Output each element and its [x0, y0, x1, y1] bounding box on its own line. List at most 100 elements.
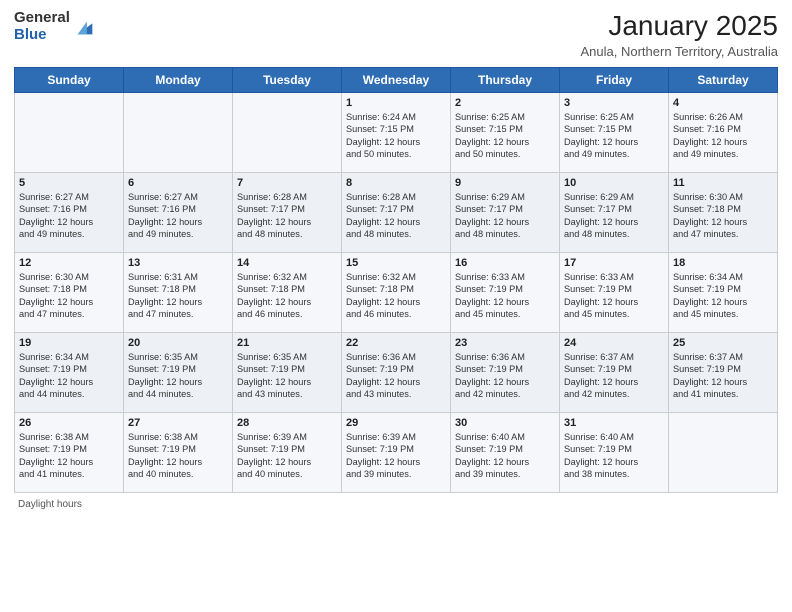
day-info: Sunrise: 6:40 AMSunset: 7:19 PMDaylight:… — [455, 431, 555, 481]
day-info: Sunrise: 6:33 AMSunset: 7:19 PMDaylight:… — [455, 271, 555, 321]
calendar-cell — [15, 93, 124, 173]
weekday-header-wednesday: Wednesday — [342, 68, 451, 93]
calendar-cell: 28Sunrise: 6:39 AMSunset: 7:19 PMDayligh… — [233, 413, 342, 493]
day-info: Sunrise: 6:32 AMSunset: 7:18 PMDaylight:… — [237, 271, 337, 321]
calendar-week-row: 19Sunrise: 6:34 AMSunset: 7:19 PMDayligh… — [15, 333, 778, 413]
day-info: Sunrise: 6:38 AMSunset: 7:19 PMDaylight:… — [19, 431, 119, 481]
day-number: 18 — [673, 257, 773, 269]
calendar-cell — [233, 93, 342, 173]
weekday-header-row: SundayMondayTuesdayWednesdayThursdayFrid… — [15, 68, 778, 93]
calendar-cell: 13 Sunrise: 6:31 AMSunset: 7:18 PMDayligh… — [124, 253, 233, 333]
day-number: 16 — [455, 257, 555, 269]
header: General Blue January 2025 Anula, Norther… — [14, 10, 778, 59]
calendar-cell: 10 Sunrise: 6:29 AMSunset: 7:17 PMDayligh… — [560, 173, 669, 253]
day-number: 3 — [564, 97, 664, 109]
calendar-cell: 20 Sunrise: 6:35 AMSunset: 7:19 PMDayligh… — [124, 333, 233, 413]
day-info: Sunrise: 6:35 AMSunset: 7:19 PMDaylight:… — [128, 351, 228, 401]
calendar-cell: 31Sunrise: 6:40 AMSunset: 7:19 PMDayligh… — [560, 413, 669, 493]
day-number: 23 — [455, 337, 555, 349]
weekday-header-friday: Friday — [560, 68, 669, 93]
day-info: Sunrise: 6:39 AMSunset: 7:19 PMDaylight:… — [346, 431, 446, 481]
calendar-cell: 3 Sunrise: 6:25 AMSunset: 7:15 PMDaylight… — [560, 93, 669, 173]
calendar-cell: 24 Sunrise: 6:37 AMSunset: 7:19 PMDayligh… — [560, 333, 669, 413]
calendar-cell: 7Sunrise: 6:28 AMSunset: 7:17 PMDaylight… — [233, 173, 342, 253]
calendar-cell: 1 Sunrise: 6:24 AMSunset: 7:15 PMDaylight… — [342, 93, 451, 173]
calendar-cell: 25 Sunrise: 6:37 AMSunset: 7:19 PMDayligh… — [669, 333, 778, 413]
day-number: 25 — [673, 337, 773, 349]
logo-icon — [74, 16, 96, 38]
day-info: Sunrise: 6:34 AMSunset: 7:19 PMDaylight:… — [673, 271, 773, 321]
day-number: 6 — [128, 177, 228, 189]
calendar-cell — [124, 93, 233, 173]
calendar-cell — [669, 413, 778, 493]
day-number: 15 — [346, 257, 446, 269]
day-info: Sunrise: 6:29 AMSunset: 7:17 PMDaylight:… — [564, 191, 664, 241]
day-info: Sunrise: 6:37 AMSunset: 7:19 PMDaylight:… — [673, 351, 773, 401]
calendar-week-row: 12Sunrise: 6:30 AMSunset: 7:18 PMDayligh… — [15, 253, 778, 333]
calendar-cell: 26 Sunrise: 6:38 AMSunset: 7:19 PMDayligh… — [15, 413, 124, 493]
calendar-cell: 12Sunrise: 6:30 AMSunset: 7:18 PMDayligh… — [15, 253, 124, 333]
logo-general: General — [14, 10, 70, 27]
calendar-cell: 9Sunrise: 6:29 AMSunset: 7:17 PMDaylight… — [451, 173, 560, 253]
day-info: Sunrise: 6:30 AMSunset: 7:18 PMDaylight:… — [673, 191, 773, 241]
calendar-week-row: 1 Sunrise: 6:24 AMSunset: 7:15 PMDaylight… — [15, 93, 778, 173]
day-info: Sunrise: 6:30 AMSunset: 7:18 PMDaylight:… — [19, 271, 119, 321]
day-number: 20 — [128, 337, 228, 349]
calendar-cell: 19Sunrise: 6:34 AMSunset: 7:19 PMDayligh… — [15, 333, 124, 413]
weekday-header-sunday: Sunday — [15, 68, 124, 93]
calendar-week-row: 5 Sunrise: 6:27 AMSunset: 7:16 PMDaylight… — [15, 173, 778, 253]
page: General Blue January 2025 Anula, Norther… — [0, 0, 792, 612]
day-info: Sunrise: 6:36 AMSunset: 7:19 PMDaylight:… — [346, 351, 446, 401]
day-info: Sunrise: 6:36 AMSunset: 7:19 PMDaylight:… — [455, 351, 555, 401]
calendar-week-row: 26 Sunrise: 6:38 AMSunset: 7:19 PMDayligh… — [15, 413, 778, 493]
day-info: Sunrise: 6:28 AMSunset: 7:17 PMDaylight:… — [237, 191, 337, 241]
day-number: 1 — [346, 97, 446, 109]
calendar-cell: 6Sunrise: 6:27 AMSunset: 7:16 PMDaylight… — [124, 173, 233, 253]
day-number: 28 — [237, 417, 337, 429]
day-number: 27 — [128, 417, 228, 429]
day-number: 8 — [346, 177, 446, 189]
day-info: Sunrise: 6:37 AMSunset: 7:19 PMDaylight:… — [564, 351, 664, 401]
calendar-cell: 14 Sunrise: 6:32 AMSunset: 7:18 PMDayligh… — [233, 253, 342, 333]
logo: General Blue — [14, 10, 96, 43]
day-number: 13 — [128, 257, 228, 269]
daylight-hours-label: Daylight hours — [18, 499, 82, 510]
day-number: 14 — [237, 257, 337, 269]
weekday-header-monday: Monday — [124, 68, 233, 93]
calendar-cell: 18 Sunrise: 6:34 AMSunset: 7:19 PMDayligh… — [669, 253, 778, 333]
calendar-cell: 30 Sunrise: 6:40 AMSunset: 7:19 PMDayligh… — [451, 413, 560, 493]
day-info: Sunrise: 6:40 AMSunset: 7:19 PMDaylight:… — [564, 431, 664, 481]
day-number: 5 — [19, 177, 119, 189]
day-number: 9 — [455, 177, 555, 189]
day-info: Sunrise: 6:31 AMSunset: 7:18 PMDaylight:… — [128, 271, 228, 321]
day-number: 17 — [564, 257, 664, 269]
calendar-cell: 21 Sunrise: 6:35 AMSunset: 7:19 PMDayligh… — [233, 333, 342, 413]
weekday-header-tuesday: Tuesday — [233, 68, 342, 93]
calendar-cell: 27 Sunrise: 6:38 AMSunset: 7:19 PMDayligh… — [124, 413, 233, 493]
day-number: 24 — [564, 337, 664, 349]
day-number: 29 — [346, 417, 446, 429]
day-info: Sunrise: 6:24 AMSunset: 7:15 PMDaylight:… — [346, 111, 446, 161]
day-number: 10 — [564, 177, 664, 189]
day-info: Sunrise: 6:25 AMSunset: 7:15 PMDaylight:… — [564, 111, 664, 161]
day-info: Sunrise: 6:35 AMSunset: 7:19 PMDaylight:… — [237, 351, 337, 401]
weekday-header-thursday: Thursday — [451, 68, 560, 93]
day-info: Sunrise: 6:26 AMSunset: 7:16 PMDaylight:… — [673, 111, 773, 161]
day-info: Sunrise: 6:38 AMSunset: 7:19 PMDaylight:… — [128, 431, 228, 481]
calendar-cell: 23 Sunrise: 6:36 AMSunset: 7:19 PMDayligh… — [451, 333, 560, 413]
calendar-cell: 16 Sunrise: 6:33 AMSunset: 7:19 PMDayligh… — [451, 253, 560, 333]
day-number: 30 — [455, 417, 555, 429]
weekday-header-saturday: Saturday — [669, 68, 778, 93]
subtitle: Anula, Northern Territory, Australia — [581, 44, 779, 59]
day-info: Sunrise: 6:28 AMSunset: 7:17 PMDaylight:… — [346, 191, 446, 241]
day-info: Sunrise: 6:32 AMSunset: 7:18 PMDaylight:… — [346, 271, 446, 321]
day-info: Sunrise: 6:25 AMSunset: 7:15 PMDaylight:… — [455, 111, 555, 161]
day-number: 26 — [19, 417, 119, 429]
day-number: 21 — [237, 337, 337, 349]
calendar-cell: 17Sunrise: 6:33 AMSunset: 7:19 PMDayligh… — [560, 253, 669, 333]
calendar-cell: 29 Sunrise: 6:39 AMSunset: 7:19 PMDayligh… — [342, 413, 451, 493]
calendar-table: SundayMondayTuesdayWednesdayThursdayFrid… — [14, 67, 778, 493]
logo-text: General Blue — [14, 10, 70, 43]
day-info: Sunrise: 6:27 AMSunset: 7:16 PMDaylight:… — [19, 191, 119, 241]
day-info: Sunrise: 6:34 AMSunset: 7:19 PMDaylight:… — [19, 351, 119, 401]
